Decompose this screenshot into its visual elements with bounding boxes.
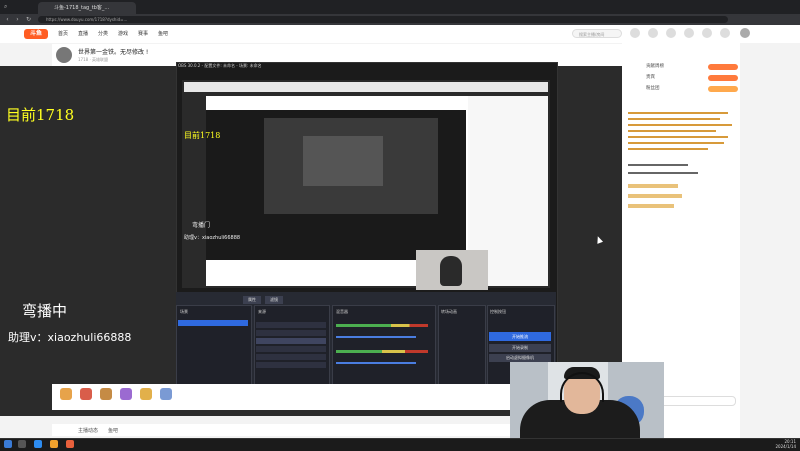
rank-name: 粉丝团 [646,86,660,91]
download-icon[interactable] [666,28,676,38]
task-icon[interactable] [702,28,712,38]
taskbar [0,438,800,451]
obs-source-item[interactable] [256,346,326,352]
gift-icon[interactable] [100,388,112,400]
url-field[interactable]: https://www.douyu.com/1718?dyshid=... [38,16,728,23]
chat-line [628,164,688,166]
rank-badge [708,64,738,70]
chat-badge-line [628,184,678,188]
overlay-assistant-contact: 助理v：xiaozhuli66888 [8,331,132,344]
captured-window-title: OBS 30.0.2 - 配置文件: 未命名 - 场景: 未命名 [178,63,262,68]
reload-icon[interactable]: ↻ [25,16,32,23]
obs-virtual-camera-button[interactable]: 启动虚拟摄像机 [489,354,551,362]
obs-scene-item[interactable] [178,320,248,326]
chat-badge-line [628,204,674,208]
rank-name: 贵宾 [646,75,655,80]
message-icon[interactable] [684,28,694,38]
site-logo[interactable]: 斗鱼 [24,29,48,39]
obs-scenes-dock [176,305,252,389]
obs-source-item[interactable] [256,330,326,336]
obs-volume-meter [336,324,428,327]
nav-link-category[interactable]: 分类 [98,30,108,37]
forward-icon[interactable]: › [14,16,21,23]
chat-line [628,130,716,132]
start-icon[interactable] [4,440,12,448]
obs-volume-meter [336,350,428,353]
obs-source-item[interactable] [256,322,326,328]
overlay-status-tag: 弯播中 [22,302,68,320]
tab-streamer-news[interactable]: 主播动态 [78,427,98,434]
preview-nested-video-deep [303,136,383,186]
gift-icon[interactable] [80,388,92,400]
obs-mixer-label: 混音器 [336,309,348,314]
gift-icon[interactable] [140,388,152,400]
overlay-current-room: 目前1718 [6,106,75,124]
obs-tab-filters[interactable]: 滤镜 [265,296,283,304]
rank-name: 贡献周榜 [646,64,664,69]
chat-line [628,124,732,126]
obs-mixer-dock [332,305,436,389]
search-icon[interactable] [18,440,26,448]
chat-line [628,136,728,138]
tab-fishbar[interactable]: 鱼吧 [108,427,118,434]
rank-badge [708,75,738,81]
streamer-avatar[interactable] [56,47,72,63]
overlay-status-tag-small: 弯播门 [192,222,211,229]
obs-source-item[interactable] [256,362,326,368]
app-icon[interactable] [66,440,74,448]
chat-line [628,172,698,174]
chat-badge-line [628,194,682,198]
edge-icon[interactable] [34,440,42,448]
tab-active[interactable]: 斗鱼-1718_tag_tb客_... [38,2,136,14]
obs-start-stream-button[interactable]: 开始推流 [489,332,551,341]
obs-transitions-dock [438,305,486,389]
tab-search-icon[interactable]: ⌕ [4,3,16,11]
overlay-assistant-small: 助理v：xiaozhuli66888 [184,235,241,241]
nav-link-home[interactable]: 首页 [58,30,68,37]
chat-line [628,112,728,114]
obs-tab-properties[interactable]: 属性 [243,296,261,304]
follow-icon[interactable] [648,28,658,38]
rank-badge [708,86,738,92]
gift-icon[interactable] [60,388,72,400]
nav-link-live[interactable]: 直播 [78,30,88,37]
obs-scenes-label: 场景 [180,309,188,314]
site-search-input[interactable]: 搜索主播/房间 [572,29,622,38]
clock-date: 2024/1/14 [775,444,796,449]
gift-icon[interactable] [120,388,132,400]
history-icon[interactable] [630,28,640,38]
obs-sources-label: 来源 [258,309,266,314]
upload-icon[interactable] [720,28,730,38]
obs-transitions-label: 转场动画 [441,309,457,314]
obs-source-item[interactable] [256,354,326,360]
nav-link-games[interactable]: 游戏 [118,30,128,37]
nav-link-fishbar[interactable]: 鱼吧 [158,30,168,37]
obs-source-item[interactable] [256,338,326,344]
preview-webcam-person [440,256,462,286]
overlay-current-room-small: 目前1718 [184,131,221,140]
chat-line [628,148,708,150]
folder-icon[interactable] [50,440,58,448]
gift-icon[interactable] [160,388,172,400]
obs-volume-slider[interactable] [336,336,416,338]
obs-volume-slider[interactable] [336,362,416,364]
obs-controls-label: 控制按钮 [490,309,506,314]
chat-line [628,142,724,144]
chat-line [628,118,720,120]
taskbar-clock[interactable]: 20:11 2024/1/14 [762,439,796,449]
room-title: 世界第一金铁。无尽修改 ! [78,49,149,56]
preview-browser-bar [184,82,548,92]
back-icon[interactable]: ‹ [4,16,11,23]
nav-link-events[interactable]: 赛事 [138,30,148,37]
user-avatar[interactable] [740,28,750,38]
room-subtitle: 1718 · 英雄联盟 [78,57,108,62]
obs-start-record-button[interactable]: 开始录制 [489,344,551,352]
